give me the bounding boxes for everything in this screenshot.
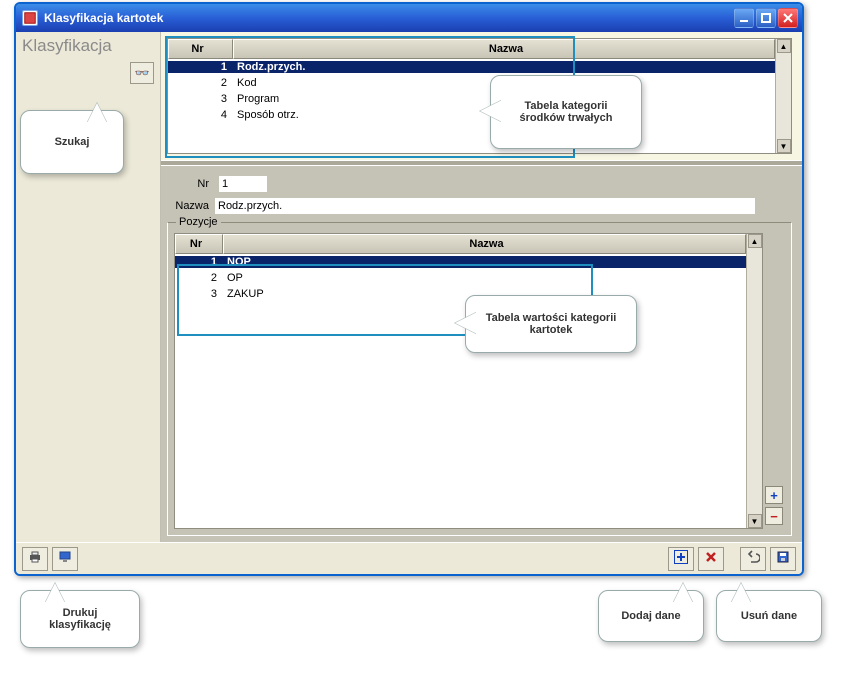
table-row[interactable]: 3ZAKUP — [175, 286, 746, 302]
categories-grid-header: Nr Nazwa — [168, 39, 775, 59]
x-icon — [704, 550, 718, 567]
plus-icon — [674, 550, 688, 567]
scroll-up-button[interactable]: ▲ — [777, 39, 791, 53]
cell-nazwa: NOP — [223, 256, 746, 268]
callout-tabela-wartosci: Tabela wartości kategorii kartotek — [465, 295, 637, 353]
monitor-button[interactable] — [52, 547, 78, 571]
close-button[interactable] — [778, 8, 798, 28]
callout-tabela-kategorii: Tabela kategorii środków trwałych — [490, 75, 642, 149]
search-button[interactable]: 👓 — [130, 62, 154, 84]
scroll-up-button[interactable]: ▲ — [748, 234, 762, 248]
callout-szukaj: Szukaj — [20, 110, 124, 174]
col-header-nr[interactable]: Nr — [168, 39, 233, 59]
save-icon — [776, 550, 790, 567]
undo-button[interactable] — [740, 547, 766, 571]
titlebar[interactable]: Klasyfikacja kartotek — [16, 4, 802, 32]
callout-drukuj: Drukuj klasyfikację — [20, 590, 140, 648]
pozycje-add-button[interactable]: + — [765, 486, 783, 504]
client-area: Klasyfikacja 👓 Nr Nazwa 1Rodz. — [16, 32, 802, 574]
bottom-toolbar — [16, 542, 802, 574]
cell-nazwa: Rodz.przych. — [233, 61, 775, 73]
scroll-down-button[interactable]: ▼ — [777, 139, 791, 153]
col-header-nazwa[interactable]: Nazwa — [233, 39, 775, 59]
print-button[interactable] — [22, 547, 48, 571]
window-title: Klasyfikacja kartotek — [44, 11, 732, 25]
cell-nazwa: OP — [223, 272, 746, 284]
nr-input[interactable] — [219, 176, 267, 192]
pozycje-groupbox: Pozycje Nr Nazwa 1NOP2OP3ZAKUP ▲ — [167, 222, 792, 536]
nr-label: Nr — [167, 178, 209, 190]
app-window: Klasyfikacja kartotek Klasyfikacja 👓 — [14, 2, 804, 576]
save-button[interactable] — [770, 547, 796, 571]
nazwa-input[interactable] — [215, 198, 755, 214]
table-row[interactable]: 1NOP — [175, 254, 746, 270]
callout-text: Dodaj dane — [621, 610, 680, 622]
pozycje-label: Pozycje — [176, 216, 221, 228]
pozycje-scrollbar[interactable]: ▲ ▼ — [746, 234, 762, 528]
cell-nr: 1 — [168, 61, 233, 73]
pozycje-grid-body[interactable]: 1NOP2OP3ZAKUP — [175, 254, 746, 528]
pozycje-remove-button[interactable]: − — [765, 507, 783, 525]
categories-panel: Nr Nazwa 1Rodz.przych.2Kod3Program4Sposó… — [161, 32, 802, 160]
pozycje-grid-header: Nr Nazwa — [175, 234, 746, 254]
cell-nr: 1 — [175, 256, 223, 268]
printer-icon — [28, 550, 42, 567]
callout-text: Tabela wartości kategorii kartotek — [480, 312, 622, 336]
categories-scrollbar[interactable]: ▲ ▼ — [775, 39, 791, 153]
cell-nr: 2 — [175, 272, 223, 284]
callout-usun: Usuń dane — [716, 590, 822, 642]
pozycje-col-nazwa[interactable]: Nazwa — [223, 234, 746, 254]
minimize-button[interactable] — [734, 8, 754, 28]
nazwa-label: Nazwa — [167, 200, 209, 212]
callout-text: Szukaj — [55, 136, 90, 148]
callout-dodaj: Dodaj dane — [598, 590, 704, 642]
nazwa-field-row: Nazwa — [167, 198, 792, 214]
app-icon — [22, 10, 38, 26]
maximize-button[interactable] — [756, 8, 776, 28]
cell-nr: 3 — [175, 288, 223, 300]
cell-nr: 4 — [168, 109, 233, 121]
binoculars-icon: 👓 — [135, 66, 150, 80]
cell-nr: 2 — [168, 77, 233, 89]
callout-text: Tabela kategorii środków trwałych — [505, 100, 627, 124]
cell-nr: 3 — [168, 93, 233, 105]
table-row[interactable]: 2OP — [175, 270, 746, 286]
categories-grid[interactable]: Nr Nazwa 1Rodz.przych.2Kod3Program4Sposó… — [167, 38, 792, 154]
callout-text: Usuń dane — [741, 610, 797, 622]
main-area: Klasyfikacja 👓 Nr Nazwa 1Rodz. — [16, 32, 802, 542]
undo-icon — [746, 550, 760, 567]
pozycje-item-buttons: + − — [765, 486, 783, 525]
table-row[interactable]: 2Kod — [168, 75, 775, 91]
table-row[interactable]: 1Rodz.przych. — [168, 59, 775, 75]
pozycje-grid[interactable]: Nr Nazwa 1NOP2OP3ZAKUP ▲ ▼ — [174, 233, 763, 529]
nr-field-row: Nr — [167, 176, 792, 192]
delete-button[interactable] — [698, 547, 724, 571]
monitor-icon — [58, 550, 72, 567]
scroll-down-button[interactable]: ▼ — [748, 514, 762, 528]
detail-panel: Nr Nazwa Pozycje Nr Nazw — [161, 166, 802, 542]
pozycje-col-nr[interactable]: Nr — [175, 234, 223, 254]
sidebar-title: Klasyfikacja — [22, 36, 154, 56]
add-button[interactable] — [668, 547, 694, 571]
callout-text: Drukuj klasyfikację — [35, 607, 125, 631]
